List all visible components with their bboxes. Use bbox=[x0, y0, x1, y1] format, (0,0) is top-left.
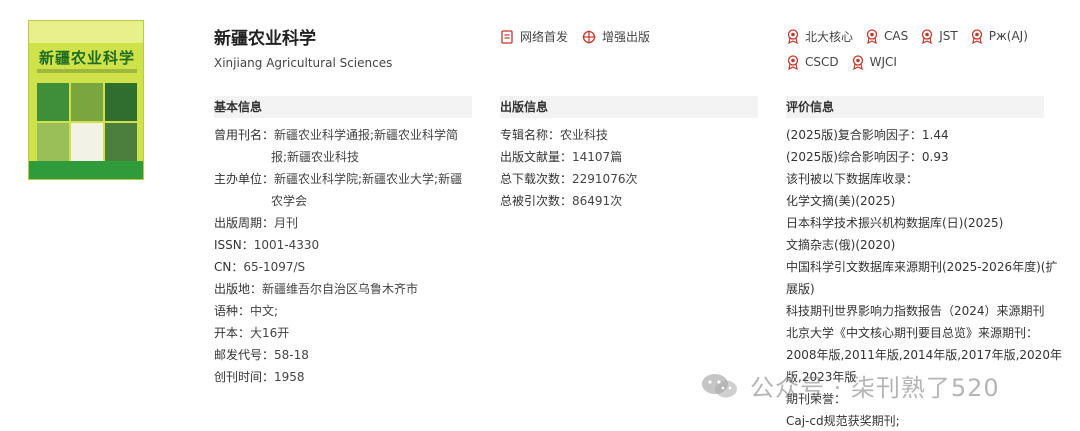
alt-names-row-cont: 报;新疆农业科技 bbox=[271, 150, 360, 164]
award-ribbon-icon bbox=[852, 54, 863, 70]
postal-code-row: 邮发代号：58-18 bbox=[214, 348, 309, 362]
wechat-icon bbox=[702, 373, 737, 397]
cover-top-band bbox=[29, 21, 143, 43]
online-first-link[interactable]: 网络首发 bbox=[500, 28, 568, 45]
award-ribbon-icon bbox=[787, 54, 799, 70]
badge-jst: JST bbox=[920, 28, 958, 44]
cover-subtitle-bar bbox=[37, 69, 137, 73]
document-icon bbox=[501, 29, 513, 44]
issn-row: ISSN：1001-4330 bbox=[214, 238, 320, 252]
award-ribbon-icon bbox=[971, 28, 982, 44]
topic-row: 专辑名称：农业科技 bbox=[500, 128, 609, 142]
language-row: 语种：中文; bbox=[214, 304, 279, 318]
period-row: 出版周期：月刊 bbox=[214, 216, 299, 230]
founded-row: 创刊时间：1958 bbox=[214, 370, 305, 384]
award-ribbon-icon bbox=[866, 28, 878, 44]
sponsor-row: 主办单位：新疆农业科学院;新疆农业大学;新疆 bbox=[214, 172, 463, 186]
citations-row: 总被引次数：86491次 bbox=[500, 194, 623, 208]
basic-info-list: 曾用刊名：新疆农业科学通报;新疆农业科学简 报;新疆农业科技 主办单位：新疆农业… bbox=[214, 124, 474, 388]
eval-info-heading: 评价信息 bbox=[786, 96, 1044, 118]
pku-intro-row: 北京大学《中文核心期刊要目总览》来源期刊： bbox=[786, 326, 1039, 340]
badge-cas: CAS bbox=[865, 28, 908, 44]
badge-wjci: WJCI bbox=[851, 54, 897, 70]
wechat-watermark: 公众号 · 柒刊熟了520 bbox=[700, 368, 1000, 403]
journal-english-title: Xinjiang Agricultural Sciences bbox=[214, 56, 393, 70]
composite-if-row: (2025版)复合影响因子：1.44 bbox=[786, 128, 949, 142]
online-first-label: 网络首发 bbox=[520, 30, 569, 44]
cover-title: 新疆农业科学 bbox=[38, 49, 135, 67]
award-ribbon-icon bbox=[922, 28, 933, 44]
watermark-text: 公众号 · 柒刊熟了520 bbox=[750, 374, 1000, 402]
publish-info-list: 专辑名称：农业科技 出版文献量：14107篇 总下载次数：2291076次 总被… bbox=[500, 124, 760, 212]
badge-label: Pж(AJ) bbox=[988, 29, 1028, 43]
target-icon bbox=[582, 30, 596, 43]
enhanced-publish-label: 增强出版 bbox=[602, 30, 651, 44]
db-item: 文摘杂志(俄)(2020) bbox=[786, 238, 896, 252]
badge-label: JST bbox=[939, 29, 958, 43]
cn-row: CN：65-1097/S bbox=[214, 260, 306, 274]
article-count-row: 出版文献量：14107篇 bbox=[500, 150, 623, 164]
alt-names-row: 曾用刊名：新疆农业科学通报;新疆农业科学简 bbox=[214, 128, 459, 142]
place-row: 出版地：新疆维吾尔自治区乌鲁木齐市 bbox=[214, 282, 419, 296]
sponsor-row-cont: 农学会 bbox=[271, 194, 308, 208]
journal-title: 新疆农业科学 bbox=[214, 29, 316, 49]
honor-item: Caj-cd规范获奖期刊; bbox=[786, 414, 900, 428]
badge-cscd: CSCD bbox=[786, 54, 839, 70]
enhanced-publish-link[interactable]: 增强出版 bbox=[582, 28, 650, 45]
db-item: 中国科学引文数据库来源期刊(2025-2026年度)(扩 bbox=[786, 260, 1058, 274]
db-item: 日本科学技术振兴机构数据库(日)(2025) bbox=[786, 216, 1004, 230]
badge-label: WJCI bbox=[869, 55, 897, 69]
award-ribbon-icon bbox=[787, 28, 799, 44]
general-if-row: (2025版)综合影响因子：0.93 bbox=[786, 150, 949, 164]
db-item: 化学文摘(美)(2025) bbox=[786, 194, 896, 208]
badge-label: 北大核心 bbox=[805, 29, 854, 44]
db-item: 科技期刊世界影响力指数报告（2024）来源期刊 bbox=[786, 304, 1045, 318]
format-row: 开本：大16开 bbox=[214, 326, 290, 340]
index-badges: 北大核心 CAS JST Pж(AJ) CSCD WJCI bbox=[786, 28, 1066, 70]
db-item-cont: 展版) bbox=[786, 282, 815, 296]
downloads-row: 总下载次数：2291076次 bbox=[500, 172, 638, 186]
pku-editions: 2008年版,2011年版,2014年版,2017年版,2020年 bbox=[786, 348, 1062, 362]
db-intro-row: 该刊被以下数据库收录： bbox=[786, 172, 919, 186]
badge-label: CAS bbox=[884, 29, 909, 43]
cover-bottom-band bbox=[29, 161, 143, 179]
badge-label: CSCD bbox=[805, 55, 839, 69]
badge-pku-core: 北大核心 bbox=[786, 28, 853, 44]
badge-aj: Pж(AJ) bbox=[970, 28, 1028, 44]
publish-info-heading: 出版信息 bbox=[500, 96, 758, 118]
cover-photos bbox=[37, 83, 137, 161]
basic-info-heading: 基本信息 bbox=[214, 96, 472, 118]
journal-cover[interactable]: 新疆农业科学 bbox=[28, 20, 144, 180]
